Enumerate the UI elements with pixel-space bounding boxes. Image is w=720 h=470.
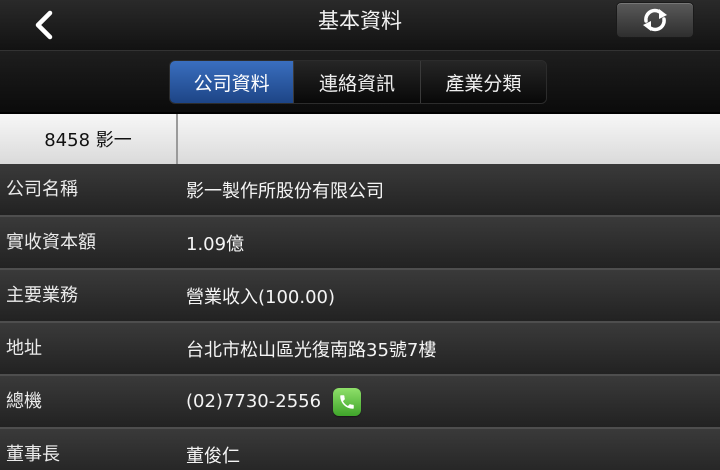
row-label: 董事長 (6, 444, 60, 465)
address-value: 台北市松山區光復南路35號7樓 (186, 339, 437, 361)
tab-industry-category[interactable]: 產業分類 (420, 61, 546, 103)
phone-number-value: (02)7730-2556 (186, 391, 322, 412)
row-label: 公司名稱 (6, 179, 78, 200)
table-row: 總機 (02)7730-2556 (0, 376, 720, 429)
tab-company-info[interactable]: 公司資料 (170, 61, 295, 103)
tab-contact-info[interactable]: 連絡資訊 (294, 61, 421, 103)
segmented-tabs: 公司資料 連絡資訊 產業分類 (169, 60, 547, 104)
row-value: 營業收入(100.00) (186, 270, 335, 321)
row-label: 地址 (6, 338, 42, 359)
stock-code-label: 8458 影一 (0, 114, 178, 164)
refresh-button[interactable] (616, 2, 694, 38)
call-button[interactable] (333, 387, 362, 416)
stock-header-row: 8458 影一 (0, 114, 720, 164)
phone-icon (340, 394, 354, 409)
row-label: 總機 (6, 391, 42, 412)
chairman-value: 董俊仁 (186, 445, 240, 467)
row-value: 影一製作所股份有限公司 (186, 164, 384, 215)
table-row: 董事長 董俊仁 (0, 429, 720, 470)
row-value: (02)7730-2556 (186, 376, 362, 427)
company-name-value: 影一製作所股份有限公司 (186, 180, 384, 202)
tab-bar: 公司資料 連絡資訊 產業分類 (0, 50, 720, 112)
header-bar: 基本資料 (0, 0, 720, 50)
row-value: 董俊仁 (186, 429, 240, 470)
table-row: 實收資本額 1.09億 (0, 217, 720, 270)
refresh-icon (643, 8, 667, 32)
table-row: 地址 台北市松山區光復南路35號7樓 (0, 323, 720, 376)
row-value: 1.09億 (186, 217, 244, 268)
page-title: 基本資料 (318, 9, 402, 33)
main-business-value: 營業收入(100.00) (186, 286, 336, 308)
row-value: 台北市松山區光復南路35號7樓 (186, 323, 436, 374)
row-label: 主要業務 (6, 285, 78, 306)
capital-value: 1.09億 (186, 233, 245, 255)
table-row: 主要業務 營業收入(100.00) (0, 270, 720, 323)
company-info-table: 公司名稱 影一製作所股份有限公司 實收資本額 1.09億 主要業務 營業收入(1… (0, 164, 720, 470)
row-label: 實收資本額 (6, 232, 96, 253)
table-row: 公司名稱 影一製作所股份有限公司 (0, 164, 720, 217)
